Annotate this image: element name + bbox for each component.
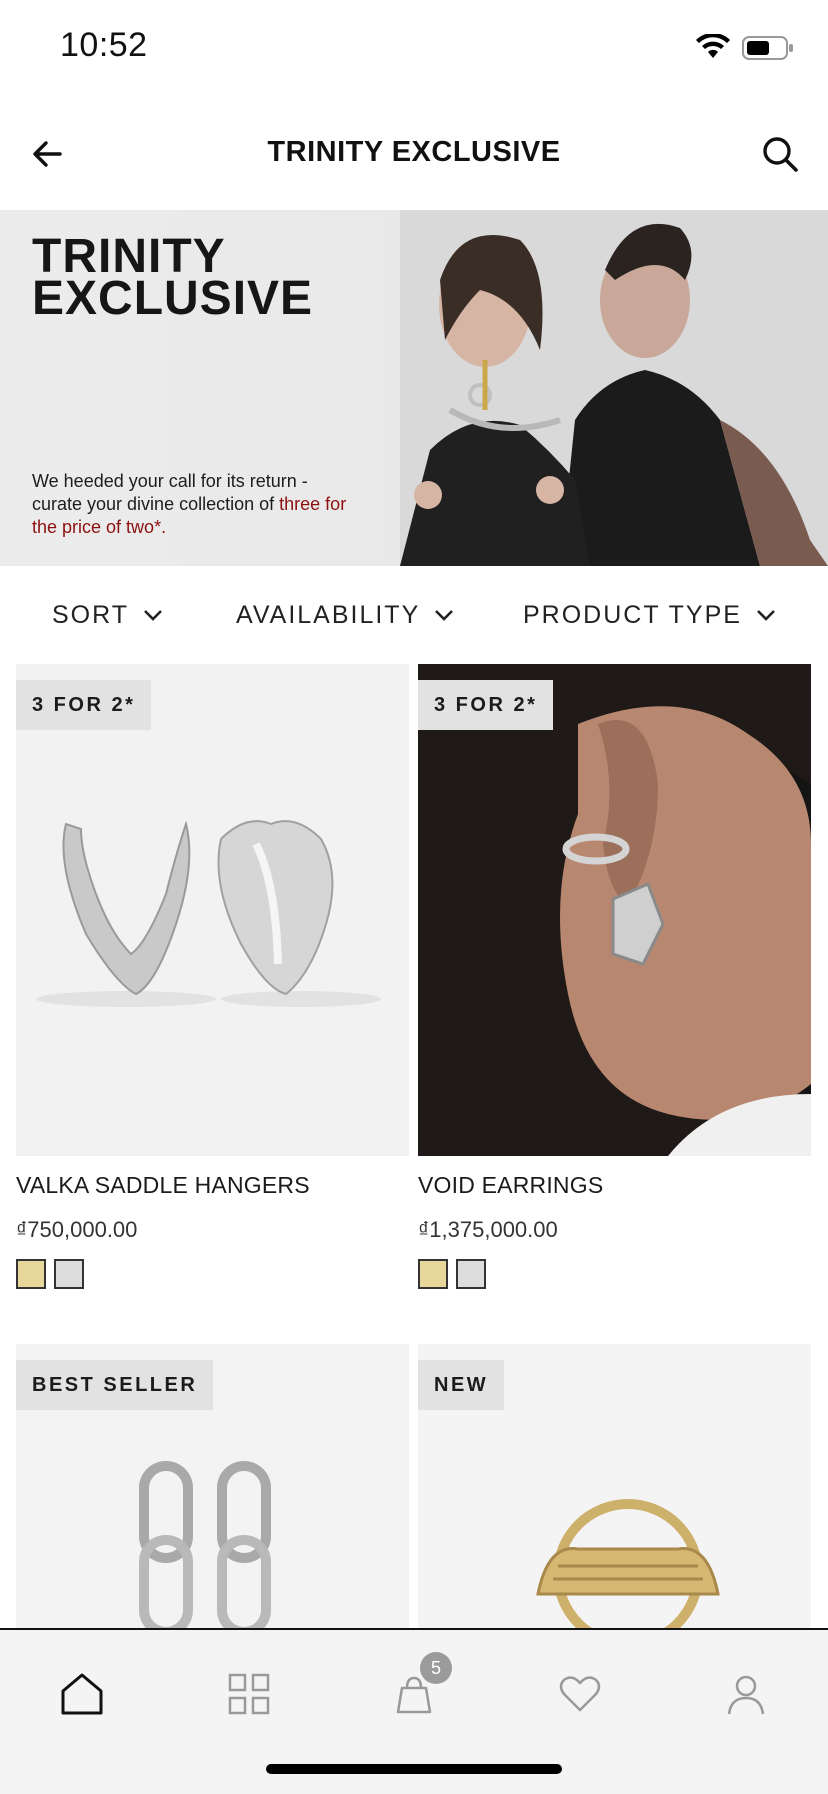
sort-dropdown[interactable]: SORT bbox=[52, 566, 163, 664]
filter-bar: SORT AVAILABILITY PRODUCT TYPE bbox=[0, 566, 828, 664]
product-badge: 3 FOR 2* bbox=[16, 680, 152, 730]
grid-icon bbox=[228, 1673, 270, 1715]
status-bar: 10:52 bbox=[0, 0, 828, 100]
hero-models-image bbox=[400, 210, 828, 566]
cart-count-badge: 5 bbox=[420, 1652, 452, 1684]
product-price: ₫1,375,000.00 bbox=[418, 1217, 558, 1242]
saddle-hangers-image bbox=[16, 664, 409, 1156]
product-name[interactable]: VALKA SADDLE HANGERS bbox=[16, 1172, 409, 1199]
hero-headline: TRINITY EXCLUSIVE bbox=[32, 230, 314, 325]
chevron-down-icon bbox=[757, 610, 775, 621]
search-icon[interactable] bbox=[758, 132, 802, 176]
wifi-icon bbox=[696, 34, 730, 58]
page-title: TRINITY EXCLUSIVE bbox=[267, 136, 561, 168]
color-swatches bbox=[16, 1259, 409, 1289]
tab-account[interactable] bbox=[718, 1666, 774, 1722]
product-card[interactable]: BEST SELLER bbox=[16, 1344, 409, 1628]
product-image[interactable]: NEW bbox=[418, 1344, 811, 1628]
tab-home[interactable] bbox=[54, 1666, 110, 1722]
gold-swatch[interactable] bbox=[16, 1259, 46, 1289]
heart-icon bbox=[559, 1676, 601, 1712]
product-badge: BEST SELLER bbox=[16, 1360, 214, 1410]
product-badge: 3 FOR 2* bbox=[418, 680, 554, 730]
product-card[interactable]: NEW bbox=[418, 1344, 811, 1628]
status-time: 10:52 bbox=[60, 26, 148, 64]
product-image[interactable]: BEST SELLER bbox=[16, 1344, 409, 1628]
product-image[interactable]: 3 FOR 2* bbox=[16, 664, 409, 1156]
void-earrings-image bbox=[418, 664, 811, 1156]
product-card[interactable]: 3 FOR 2* VALKA SADDLE HANGERS ₫750,000.0… bbox=[16, 664, 409, 1289]
color-swatches bbox=[418, 1259, 811, 1289]
product-name[interactable]: VOID EARRINGS bbox=[418, 1172, 811, 1199]
tab-wishlist[interactable] bbox=[552, 1666, 608, 1722]
battery-icon bbox=[742, 36, 793, 60]
home-indicator bbox=[266, 1764, 562, 1774]
product-type-dropdown[interactable]: PRODUCT TYPE bbox=[523, 566, 776, 664]
user-icon bbox=[727, 1675, 765, 1715]
product-badge: NEW bbox=[418, 1360, 505, 1410]
gold-swatch[interactable] bbox=[418, 1259, 448, 1289]
chevron-down-icon bbox=[435, 610, 454, 621]
availability-dropdown[interactable]: AVAILABILITY bbox=[236, 566, 454, 664]
home-icon bbox=[61, 1673, 103, 1715]
silver-swatch[interactable] bbox=[54, 1259, 84, 1289]
chevron-down-icon bbox=[144, 610, 162, 621]
hero-banner[interactable]: TRINITY EXCLUSIVE We heeded your call fo… bbox=[0, 210, 828, 566]
product-price: ₫750,000.00 bbox=[16, 1217, 138, 1242]
product-card[interactable]: 3 FOR 2* VOID EARRINGS ₫1,375,000.00 bbox=[418, 664, 811, 1289]
hero-description: We heeded your call for its return - cur… bbox=[32, 471, 347, 537]
silver-swatch[interactable] bbox=[456, 1259, 486, 1289]
tab-categories[interactable] bbox=[221, 1666, 277, 1722]
top-navigation: TRINITY EXCLUSIVE bbox=[0, 100, 828, 210]
product-image[interactable]: 3 FOR 2* bbox=[418, 664, 811, 1156]
